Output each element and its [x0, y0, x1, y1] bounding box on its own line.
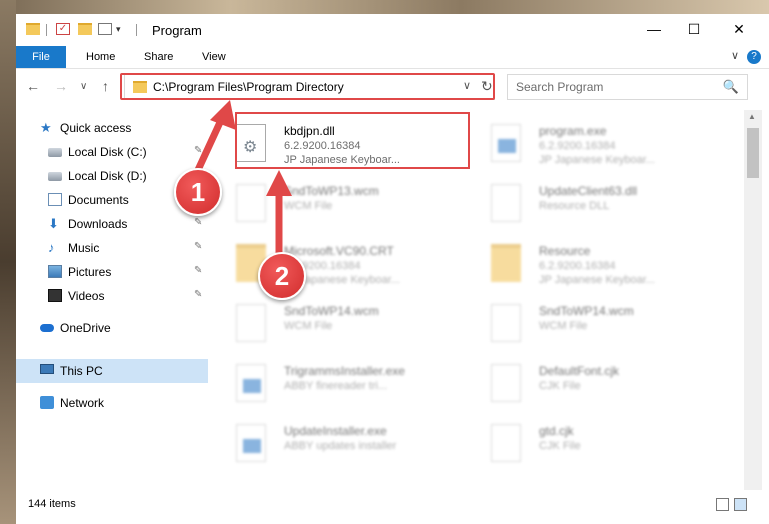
- annotation-overlay: [194, 100, 292, 262]
- step-1-badge: 1: [174, 168, 222, 216]
- step-2-badge: 2: [258, 252, 306, 300]
- arrow-1: [194, 100, 236, 174]
- arrow-2: [266, 170, 292, 262]
